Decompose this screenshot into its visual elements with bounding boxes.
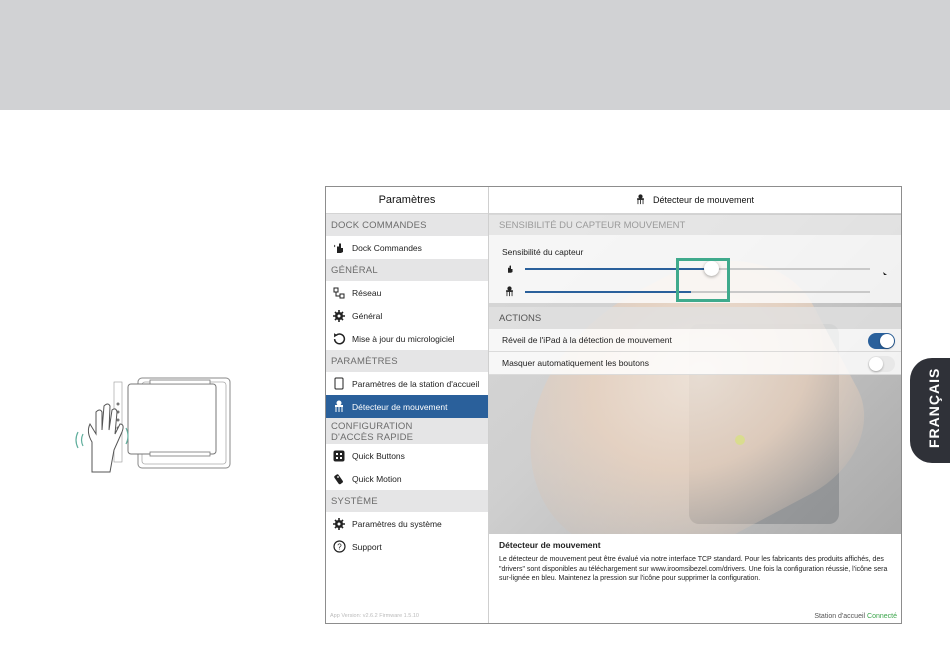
dock-illustration <box>75 377 231 473</box>
network-icon <box>326 287 352 299</box>
section-general: GÉNÉRAL <box>326 259 488 281</box>
sidebar-item-parametres-systeme[interactable]: Paramètres du système <box>326 512 488 535</box>
sidebar-item-label: Détecteur de mouvement <box>352 401 448 412</box>
action-label: Masquer automatiquement les boutons <box>502 358 649 368</box>
app-screenshot: Paramètres DOCK COMMANDES Dock Commandes… <box>325 186 902 624</box>
sidebar-item-label: Général <box>352 310 383 321</box>
sidebar-item-dock-commandes[interactable]: Dock Commandes <box>326 236 488 259</box>
status-led <box>735 435 745 445</box>
app-version: App Version: v2.6.2 Firmware 1.5.10 <box>330 613 419 619</box>
hide-buttons-toggle[interactable] <box>868 356 895 372</box>
remote-icon <box>326 473 352 485</box>
info-title: Détecteur de mouvement <box>499 540 601 550</box>
hand-pointer-icon <box>326 242 352 254</box>
section-line-1: CONFIGURATION <box>331 421 413 432</box>
sidebar-item-label: Quick Buttons <box>352 450 405 461</box>
gear-icon <box>326 517 352 530</box>
action-label: Réveil de l'iPad à la détection de mouve… <box>502 335 672 345</box>
sidebar-item-label: Paramètres de la station d'accueil <box>352 378 480 389</box>
gear-icon <box>326 309 352 322</box>
info-box: Détecteur de mouvement Le détecteur de m… <box>489 534 901 610</box>
section-parametres: PARAMÈTRES <box>326 350 488 372</box>
top-banner <box>0 0 950 110</box>
detail-pane: Détecteur de mouvement SENSIBILITÉ DU CA… <box>489 187 901 623</box>
sidebar-item-quick-motion[interactable]: Quick Motion <box>326 467 488 490</box>
detail-header: Détecteur de mouvement <box>489 187 901 214</box>
motion-sensor-icon <box>326 400 352 413</box>
action-row-hide-buttons[interactable]: Masquer automatiquement les boutons <box>489 352 901 375</box>
sidebar-item-label: Réseau <box>352 287 382 298</box>
section-config-acces-rapide: CONFIGURATION D'ACCÈS RAPIDE <box>326 418 488 444</box>
sidebar-item-quick-buttons[interactable]: Quick Buttons <box>326 444 488 467</box>
toggle-knob <box>880 334 894 348</box>
language-tab-label: FRANÇAIS <box>926 367 942 448</box>
sensitivity-header: SENSIBILITÉ DU CAPTEUR MOUVEMENT <box>489 215 901 235</box>
status-label: Station d'accueil <box>814 613 866 620</box>
motion-sensor-icon <box>505 284 514 302</box>
level-fill <box>525 291 691 293</box>
sidebar-item-detecteur-mouvement[interactable]: Détecteur de mouvement <box>326 395 488 418</box>
sidebar-title: Paramètres <box>326 187 488 214</box>
sidebar-item-reseau[interactable]: Réseau <box>326 281 488 304</box>
section-dock-commandes: DOCK COMMANDES <box>326 214 488 236</box>
dock-status: Station d'accueil Connecté <box>814 613 897 620</box>
refresh-icon <box>326 332 352 345</box>
sensitivity-label: Sensibilité du capteur <box>502 247 584 257</box>
detail-title: Détecteur de mouvement <box>652 195 755 205</box>
hand-pointer-icon <box>505 261 514 279</box>
sidebar-item-label: Support <box>352 541 382 552</box>
language-tab[interactable]: FRANÇAIS <box>910 358 950 463</box>
cursor-icon <box>883 265 888 283</box>
tablet-icon <box>326 377 352 390</box>
grid-icon <box>326 450 352 462</box>
status-value: Connecté <box>867 613 897 620</box>
section-systeme: SYSTÈME <box>326 490 488 512</box>
sidebar-item-general[interactable]: Général <box>326 304 488 327</box>
sidebar-item-support[interactable]: ? Support <box>326 535 488 558</box>
settings-sidebar: Paramètres DOCK COMMANDES Dock Commandes… <box>326 187 489 623</box>
sidebar-item-label: Paramètres du système <box>352 518 442 529</box>
sidebar-item-label: Dock Commandes <box>352 242 422 253</box>
info-body: Le détecteur de mouvement peut être éval… <box>499 556 888 582</box>
section-line-2: D'ACCÈS RAPIDE <box>331 432 414 443</box>
toggle-knob <box>869 357 883 371</box>
sidebar-item-label: Mise à jour du micrologiciel <box>352 333 455 344</box>
action-row-wake-ipad[interactable]: Réveil de l'iPad à la détection de mouve… <box>489 329 901 352</box>
sidebar-item-station-accueil[interactable]: Paramètres de la station d'accueil <box>326 372 488 395</box>
question-icon: ? <box>326 540 352 553</box>
wake-ipad-toggle[interactable] <box>868 333 895 349</box>
highlight-box <box>676 258 730 302</box>
actions-header: ACTIONS <box>489 307 901 329</box>
sidebar-item-label: Quick Motion <box>352 473 402 484</box>
sidebar-item-mise-a-jour[interactable]: Mise à jour du micrologiciel <box>326 327 488 350</box>
motion-sensor-icon <box>636 193 645 207</box>
svg-text:?: ? <box>337 543 342 552</box>
